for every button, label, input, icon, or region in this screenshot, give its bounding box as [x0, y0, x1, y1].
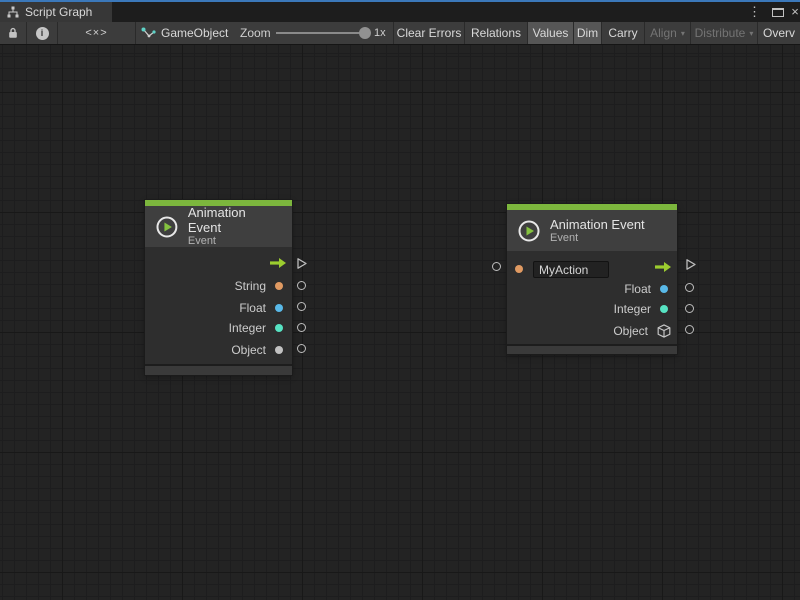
tab-script-graph[interactable]: Script Graph — [0, 2, 112, 22]
clear-errors-button[interactable]: Clear Errors — [394, 22, 464, 44]
align-dropdown-button[interactable]: Align ▾ — [645, 22, 690, 44]
info-button[interactable]: i — [27, 22, 57, 44]
lock-button[interactable] — [0, 22, 26, 44]
object-port-dot — [275, 346, 283, 354]
port-label: Object — [231, 343, 266, 357]
float-port-dot — [275, 304, 283, 312]
float-port-dot — [660, 285, 668, 293]
close-icon[interactable]: × — [788, 2, 800, 22]
trigger-output-port[interactable] — [685, 258, 697, 271]
align-label: Align — [650, 26, 677, 40]
node-body: Float Integer Object — [507, 251, 677, 344]
code-view-icon: <×> — [85, 27, 107, 39]
script-graph-window: Script Graph ⋮ × i <×> — [0, 0, 800, 600]
node-header[interactable]: Animation Event Event — [145, 206, 292, 247]
animation-event-node-2[interactable]: Animation Event Event Float — [507, 204, 677, 354]
node-footer — [145, 364, 292, 375]
action-name-input[interactable] — [533, 261, 609, 278]
output-row-object: Object — [145, 339, 292, 360]
action-input-row — [507, 256, 677, 277]
string-port-dot — [275, 282, 283, 290]
port-label: Float — [239, 301, 266, 315]
relations-button[interactable]: Relations — [465, 22, 527, 44]
integer-output-port[interactable] — [297, 323, 306, 332]
code-view-button[interactable]: <×> — [58, 22, 135, 44]
zoom-value: 1x — [374, 22, 386, 44]
zoom-slider-handle[interactable] — [359, 27, 371, 39]
script-graph-icon — [7, 6, 19, 18]
tab-bar: Script Graph ⋮ × — [0, 2, 800, 22]
port-label: Float — [624, 282, 651, 296]
distribute-label: Distribute — [695, 26, 746, 40]
node-footer — [507, 344, 677, 354]
node-body: String Float Integer Object — [145, 247, 292, 364]
zoom-slider-track[interactable] — [276, 32, 360, 34]
zoom-label: Zoom — [240, 22, 271, 44]
toolbar: i <×> GameObject Zoom 1x Clear Errors Re… — [0, 22, 800, 44]
object-output-port[interactable] — [685, 325, 694, 334]
chevron-down-icon: ▾ — [681, 29, 685, 38]
event-play-icon — [517, 219, 541, 243]
maximize-icon[interactable] — [771, 2, 785, 22]
output-row-integer: Integer — [507, 298, 677, 319]
info-icon: i — [36, 27, 49, 40]
port-label: String — [235, 279, 266, 293]
action-input-port-dot — [515, 265, 523, 273]
node-title: Animation Event — [550, 217, 645, 232]
cube-icon — [657, 324, 671, 338]
event-play-icon — [155, 215, 179, 239]
node-subtitle: Event — [550, 232, 645, 245]
node-title: Animation Event — [188, 205, 282, 235]
distribute-dropdown-button[interactable]: Distribute ▾ — [691, 22, 757, 44]
object-output-port[interactable] — [297, 344, 306, 353]
toolbar-separator — [135, 22, 136, 44]
output-row-integer: Integer — [145, 317, 292, 338]
node-header[interactable]: Animation Event Event — [507, 210, 677, 251]
output-row-string: String — [145, 275, 292, 296]
output-row-object: Object — [507, 320, 677, 341]
port-label: Integer — [229, 321, 266, 335]
graph-target-button[interactable]: GameObject — [138, 22, 238, 44]
output-row-float: Float — [507, 278, 677, 299]
float-output-port[interactable] — [297, 302, 306, 311]
trigger-arrow-icon — [655, 262, 671, 272]
window-controls: ⋮ × — [0, 2, 800, 22]
graph-target-label: GameObject — [161, 26, 228, 40]
float-output-port[interactable] — [685, 283, 694, 292]
trigger-arrow-icon — [270, 258, 286, 268]
integer-output-port[interactable] — [685, 304, 694, 313]
dim-toggle-button[interactable]: Dim — [574, 22, 601, 44]
integer-port-dot — [275, 324, 283, 332]
trigger-output-row — [145, 252, 292, 273]
port-label: Object — [613, 324, 648, 338]
carry-button[interactable]: Carry — [602, 22, 644, 44]
tab-label: Script Graph — [25, 5, 92, 19]
graph-canvas[interactable]: Animation Event Event String Float — [0, 45, 800, 600]
action-input-port[interactable] — [492, 262, 501, 271]
overview-button[interactable]: Overv — [758, 22, 800, 44]
string-output-port[interactable] — [297, 281, 306, 290]
window-menu-icon[interactable]: ⋮ — [748, 2, 760, 22]
gameobject-graph-icon — [141, 27, 156, 40]
chevron-down-icon: ▾ — [749, 29, 753, 38]
values-toggle-button[interactable]: Values — [528, 22, 573, 44]
output-row-float: Float — [145, 297, 292, 318]
port-label: Integer — [614, 302, 651, 316]
integer-port-dot — [660, 305, 668, 313]
lock-icon — [8, 27, 18, 39]
trigger-output-port[interactable] — [296, 257, 308, 270]
animation-event-node-1[interactable]: Animation Event Event String Float — [145, 200, 292, 375]
